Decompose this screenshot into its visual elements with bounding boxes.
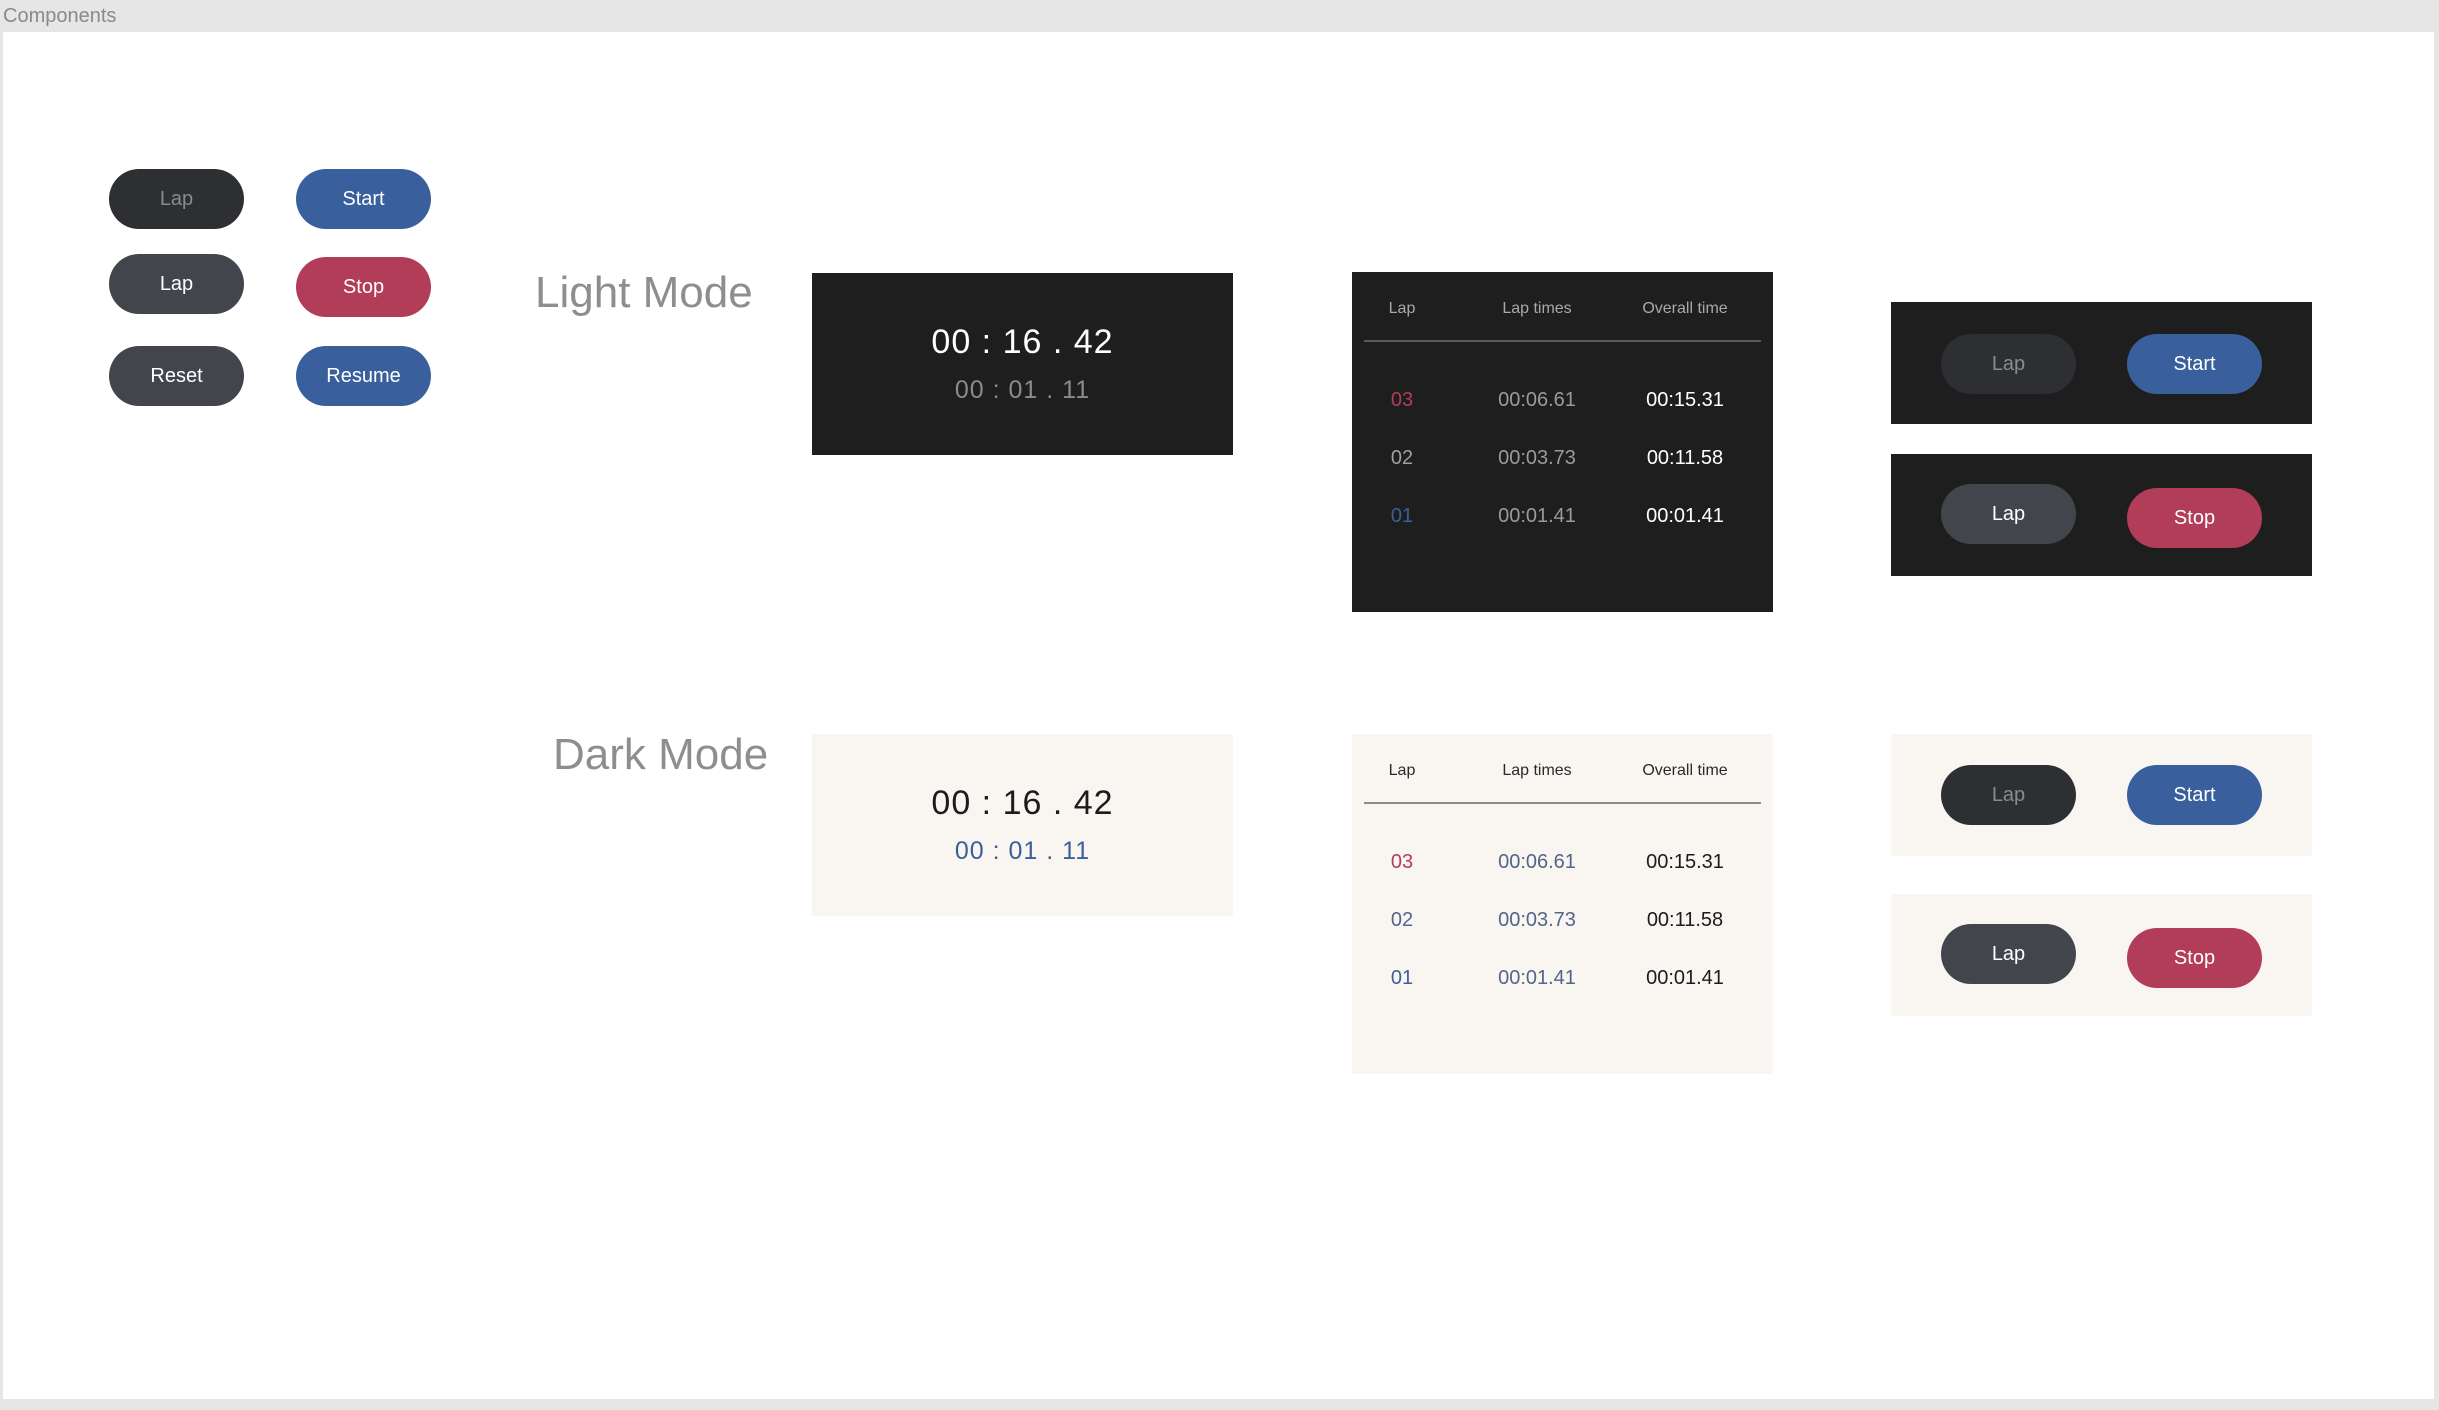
lap-button[interactable]: Lap bbox=[109, 254, 244, 314]
lap-time: 00:06.61 bbox=[1498, 389, 1576, 411]
stop-button[interactable]: Stop bbox=[2127, 928, 2262, 988]
current-lap-time: 00 : 01 . 11 bbox=[954, 376, 1091, 404]
frame-label: Components bbox=[3, 5, 117, 27]
components-canvas: Lap Start Lap Stop Reset Resume Light Mo… bbox=[3, 32, 2434, 1399]
controls-running-dark: Lap Stop bbox=[1891, 454, 2312, 576]
timer-display-dark: 00 : 16 . 42 00 : 01 . 11 bbox=[812, 273, 1233, 455]
current-lap-time: 00 : 01 . 11 bbox=[954, 837, 1091, 865]
controls-idle-light: Lap Start bbox=[1891, 734, 2312, 856]
lap-button[interactable]: Lap bbox=[1941, 484, 2076, 544]
lap-button-disabled[interactable]: Lap bbox=[109, 169, 244, 229]
lap-time: 00:03.73 bbox=[1498, 447, 1576, 469]
lap-number: 03 bbox=[1390, 389, 1414, 411]
lap-time: 00:01.41 bbox=[1498, 967, 1576, 989]
overall-time: 00:11.58 bbox=[1646, 447, 1724, 469]
start-button[interactable]: Start bbox=[296, 169, 431, 229]
overall-time: 00:01.41 bbox=[1646, 967, 1724, 989]
stop-button[interactable]: Stop bbox=[296, 257, 431, 317]
stop-button[interactable]: Stop bbox=[2127, 488, 2262, 548]
table-row: 03 00:06.61 00:15.31 bbox=[1364, 851, 1761, 891]
header-lap-times: Lap times bbox=[1502, 300, 1572, 317]
lap-number: 03 bbox=[1390, 851, 1414, 873]
header-overall-time: Overall time bbox=[1642, 300, 1728, 317]
header-lap-times: Lap times bbox=[1502, 762, 1572, 779]
table-row: 01 00:01.41 00:01.41 bbox=[1364, 967, 1761, 1007]
lap-number: 01 bbox=[1390, 967, 1414, 989]
lap-table-light: Lap Lap times Overall time 03 00:06.61 0… bbox=[1352, 734, 1773, 1074]
lap-time: 00:01.41 bbox=[1498, 505, 1576, 527]
light-mode-title: Light Mode bbox=[535, 268, 753, 317]
overall-time: 00:01.41 bbox=[1646, 505, 1724, 527]
lap-button-disabled[interactable]: Lap bbox=[1941, 765, 2076, 825]
controls-idle-dark: Lap Start bbox=[1891, 302, 2312, 424]
overall-time: 00:15.31 bbox=[1646, 851, 1724, 873]
lap-button[interactable]: Lap bbox=[1941, 924, 2076, 984]
lap-number: 01 bbox=[1390, 505, 1414, 527]
header-lap: Lap bbox=[1388, 300, 1416, 317]
lap-table-header: Lap Lap times Overall time bbox=[1364, 762, 1761, 804]
table-row: 01 00:01.41 00:01.41 bbox=[1364, 505, 1761, 545]
lap-number: 02 bbox=[1390, 447, 1414, 469]
overall-time: 00:11.58 bbox=[1646, 909, 1724, 931]
overall-time: 00:15.31 bbox=[1646, 389, 1724, 411]
lap-time: 00:03.73 bbox=[1498, 909, 1576, 931]
start-button[interactable]: Start bbox=[2127, 334, 2262, 394]
controls-running-light: Lap Stop bbox=[1891, 894, 2312, 1016]
dark-mode-title: Dark Mode bbox=[553, 730, 769, 779]
resume-button[interactable]: Resume bbox=[296, 346, 431, 406]
table-row: 02 00:03.73 00:11.58 bbox=[1364, 909, 1761, 949]
main-time: 00 : 16 . 42 bbox=[931, 323, 1114, 361]
lap-table-header: Lap Lap times Overall time bbox=[1364, 300, 1761, 342]
main-time: 00 : 16 . 42 bbox=[931, 784, 1114, 822]
table-row: 02 00:03.73 00:11.58 bbox=[1364, 447, 1761, 487]
lap-button-disabled[interactable]: Lap bbox=[1941, 334, 2076, 394]
lap-table-dark: Lap Lap times Overall time 03 00:06.61 0… bbox=[1352, 272, 1773, 612]
start-button[interactable]: Start bbox=[2127, 765, 2262, 825]
header-overall-time: Overall time bbox=[1642, 762, 1728, 779]
timer-display-light: 00 : 16 . 42 00 : 01 . 11 bbox=[812, 734, 1233, 916]
lap-number: 02 bbox=[1390, 909, 1414, 931]
lap-time: 00:06.61 bbox=[1498, 851, 1576, 873]
header-lap: Lap bbox=[1388, 762, 1416, 779]
table-row: 03 00:06.61 00:15.31 bbox=[1364, 389, 1761, 429]
reset-button[interactable]: Reset bbox=[109, 346, 244, 406]
